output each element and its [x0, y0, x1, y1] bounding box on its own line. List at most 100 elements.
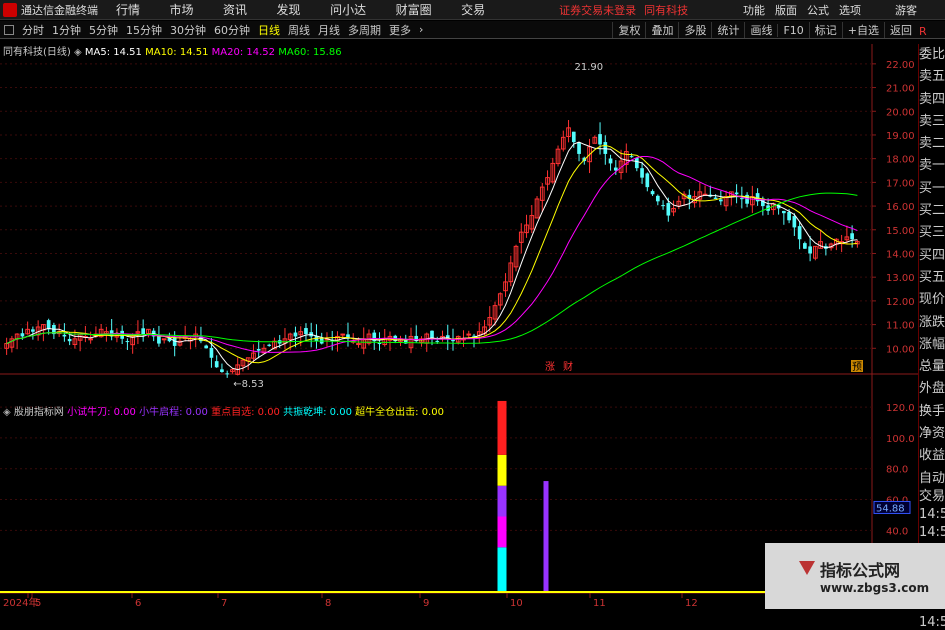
price-tick-label: 22.00: [886, 60, 915, 71]
side-item[interactable]: 卖三: [919, 111, 945, 133]
side-item[interactable]: 净资: [919, 423, 945, 445]
candle-body: [214, 361, 219, 368]
chevron-right-icon[interactable]: ›: [415, 23, 427, 36]
side-item[interactable]: 买一: [919, 178, 945, 200]
event-badge: 涨: [545, 361, 555, 373]
menu-layout[interactable]: 版面: [775, 2, 797, 18]
toggle-box-icon[interactable]: [4, 24, 14, 35]
candle-body: [598, 134, 602, 145]
indicator-bar-segment: [497, 485, 507, 517]
candle-body: [141, 328, 146, 335]
candle-body: [640, 168, 644, 178]
candle-body: [451, 339, 455, 342]
candle-body: [734, 192, 739, 195]
btn-stats[interactable]: 统计: [711, 22, 744, 38]
side-item[interactable]: 14:56: [919, 612, 945, 630]
side-item[interactable]: 卖四: [919, 89, 945, 111]
menu-quotes[interactable]: 行情: [116, 3, 140, 17]
candle-body: [661, 205, 665, 207]
btn-overlay[interactable]: 叠加: [645, 22, 678, 38]
indicator-bar-segment: [543, 481, 549, 592]
side-item[interactable]: 收益: [919, 445, 945, 467]
period-30min[interactable]: 30分钟: [166, 22, 210, 38]
watermark-logo-icon: [799, 561, 815, 575]
side-item[interactable]: 外盘: [919, 378, 945, 400]
candle-body: [713, 197, 718, 199]
price-tick-label: 21.00: [886, 84, 915, 95]
side-item[interactable]: 卖五: [919, 66, 945, 88]
menu-wealth[interactable]: 财富圈: [396, 3, 432, 17]
side-item[interactable]: 总量: [919, 356, 945, 378]
main-menu: 行情 市场 资讯 发现 问小达 财富圈 交易: [116, 1, 511, 18]
event-badge: 财: [563, 360, 573, 373]
side-item[interactable]: 14:56: [919, 504, 945, 522]
price-tick-label: 10.00: [886, 344, 915, 355]
period-multi[interactable]: 多周期: [344, 22, 385, 38]
side-item[interactable]: 买三: [919, 222, 945, 244]
menu-discover[interactable]: 发现: [277, 3, 301, 17]
period-intraday[interactable]: 分时: [18, 22, 48, 38]
btn-add-watch[interactable]: +自选: [841, 22, 884, 38]
side-item[interactable]: 14:56: [919, 522, 945, 540]
period-1min[interactable]: 1分钟: [48, 22, 85, 38]
candle-body: [20, 333, 25, 337]
side-item[interactable]: 买四: [919, 245, 945, 267]
ma-line-60: [6, 192, 858, 345]
time-label: 11: [593, 598, 606, 609]
side-item[interactable]: 卖二: [919, 133, 945, 155]
side-item[interactable]: 换手: [919, 401, 945, 423]
btn-draw[interactable]: 画线: [744, 22, 777, 38]
candle-body: [634, 157, 639, 169]
side-item[interactable]: 自动: [919, 468, 945, 486]
time-label: 8: [325, 598, 331, 609]
side-item[interactable]: 交易: [919, 486, 945, 504]
kline-chart[interactable]: 21.90 ←8.53 涨财 预 22.00 21.00 20.00 19.00 18.00 1…: [0, 44, 918, 609]
menu-news[interactable]: 资讯: [223, 3, 247, 17]
guest-label[interactable]: 游客: [895, 2, 917, 18]
time-label: 5: [35, 598, 41, 609]
price-tick-label: 11.00: [886, 321, 915, 332]
login-status[interactable]: 证券交易未登录: [559, 2, 636, 18]
btn-multi-stock[interactable]: 多股: [678, 22, 711, 38]
menu-function[interactable]: 功能: [743, 2, 765, 18]
menu-ask[interactable]: 问小达: [330, 3, 366, 17]
period-15min[interactable]: 15分钟: [122, 22, 166, 38]
period-60min[interactable]: 60分钟: [210, 22, 254, 38]
btn-back[interactable]: 返回: [884, 22, 917, 38]
candle-body: [204, 345, 209, 349]
side-item[interactable]: 涨幅: [919, 334, 945, 356]
period-daily[interactable]: 日线: [254, 22, 284, 38]
period-monthly[interactable]: 月线: [314, 22, 344, 38]
side-item[interactable]: 委比: [919, 44, 945, 66]
btn-mark[interactable]: 标记: [808, 22, 842, 38]
toolbar-right: 复权 叠加 多股 统计 画线 F10 标记 +自选 返回: [612, 21, 917, 39]
period-5min[interactable]: 5分钟: [85, 22, 122, 38]
btn-adjust[interactable]: 复权: [612, 22, 645, 38]
price-tick-label: 14.00: [886, 249, 915, 260]
price-tick-label: 16.00: [886, 202, 915, 213]
side-item[interactable]: 涨跌: [919, 312, 945, 334]
candle-body: [88, 338, 93, 341]
period-weekly[interactable]: 周线: [284, 22, 314, 38]
candle-body: [577, 142, 581, 154]
menu-market[interactable]: 市场: [170, 3, 194, 17]
indicator-bar-segment: [497, 547, 507, 592]
menu-trade[interactable]: 交易: [461, 3, 485, 17]
candle-body: [340, 333, 346, 336]
price-tick-label: 20.00: [886, 107, 915, 118]
candle-body: [645, 173, 650, 188]
event-badge: 预: [852, 361, 862, 373]
price-tick-label: 13.00: [886, 273, 915, 284]
btn-f10[interactable]: F10: [777, 23, 808, 37]
side-item[interactable]: 买五: [919, 267, 945, 289]
menu-formula[interactable]: 公式: [807, 2, 829, 18]
period-more[interactable]: 更多: [385, 22, 415, 38]
side-item[interactable]: 买二: [919, 200, 945, 222]
candle-body: [608, 158, 613, 164]
r-label[interactable]: R: [919, 25, 927, 38]
candle-body: [220, 369, 224, 372]
side-item[interactable]: 现价: [919, 289, 945, 311]
side-item[interactable]: 卖一: [919, 155, 945, 177]
time-label: 9: [423, 598, 429, 609]
menu-options[interactable]: 选项: [839, 2, 861, 18]
